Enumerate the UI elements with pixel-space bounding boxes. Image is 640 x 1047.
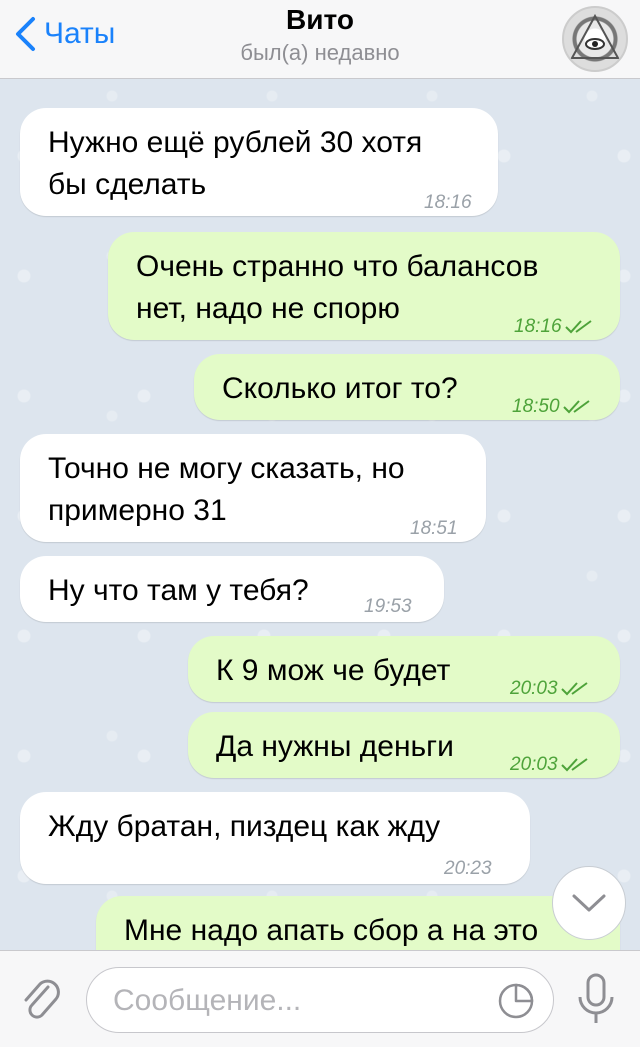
message-time: 20:03 — [510, 668, 590, 710]
chat-status: был(а) недавно — [240, 40, 400, 65]
message-input[interactable]: Сообщение... — [86, 967, 554, 1033]
message-bubble[interactable]: Да нужны деньги 20:03 — [188, 712, 620, 778]
microphone-icon[interactable] — [572, 971, 620, 1027]
double-check-icon — [560, 758, 588, 772]
message-bubble[interactable]: Очень странно что балансов нет, надо не … — [108, 232, 620, 340]
message-bubble[interactable]: К 9 мож че будет 20:03 — [188, 636, 620, 702]
message-bubble[interactable]: Точно не могу сказать, но примерно 31 18… — [20, 434, 486, 542]
message-text-line: примерно 31 — [48, 494, 227, 527]
chat-header: Чаты Вито был(а) недавно — [0, 0, 640, 79]
message-time: 18:16 — [424, 192, 472, 213]
message-time: 20:23 — [444, 858, 492, 879]
sticker-icon[interactable] — [497, 982, 535, 1020]
message-bubble[interactable]: Сколько итог то? 18:50 — [194, 354, 620, 420]
chevron-down-icon — [572, 894, 606, 912]
double-check-icon — [562, 400, 590, 414]
message-bubble[interactable]: Нужно ещё рублей 30 хотя бы сделать 18:1… — [20, 108, 498, 216]
message-time-text: 20:03 — [510, 754, 558, 775]
message-time-text: 20:03 — [510, 678, 558, 699]
message-text-line: бы сделать — [48, 168, 207, 201]
chat-title[interactable]: Вито — [0, 4, 640, 36]
scroll-down-button[interactable] — [552, 866, 626, 940]
message-input-bar: Сообщение... — [0, 950, 640, 1047]
message-text-line: Жду братан, пиздец как жду — [48, 810, 441, 843]
message-time: 18:51 — [410, 518, 458, 539]
message-bubble[interactable]: Ну что там у тебя? 19:53 — [20, 556, 444, 622]
message-text-line: Мне надо апать сбор а на это — [124, 914, 539, 947]
double-check-icon — [560, 682, 588, 696]
avatar-image — [570, 13, 620, 59]
message-placeholder: Сообщение... — [113, 984, 302, 1017]
message-time: 19:53 — [364, 596, 412, 617]
message-time-text: 18:50 — [512, 396, 560, 417]
message-time: 20:03 — [510, 744, 590, 786]
message-text-line: Точно не могу сказать, но — [48, 452, 405, 485]
message-text-line: Нужно ещё рублей 30 хотя — [48, 126, 423, 159]
message-text-line: Очень странно что балансов — [136, 250, 539, 283]
message-time: 18:50 — [512, 386, 592, 428]
message-time: 18:16 — [514, 306, 594, 348]
message-time-text: 18:16 — [514, 316, 562, 337]
message-bubble[interactable]: Жду братан, пиздец как жду 20:23 — [20, 792, 530, 884]
double-check-icon — [564, 320, 592, 334]
paperclip-icon[interactable] — [18, 975, 66, 1023]
avatar[interactable] — [562, 6, 628, 72]
